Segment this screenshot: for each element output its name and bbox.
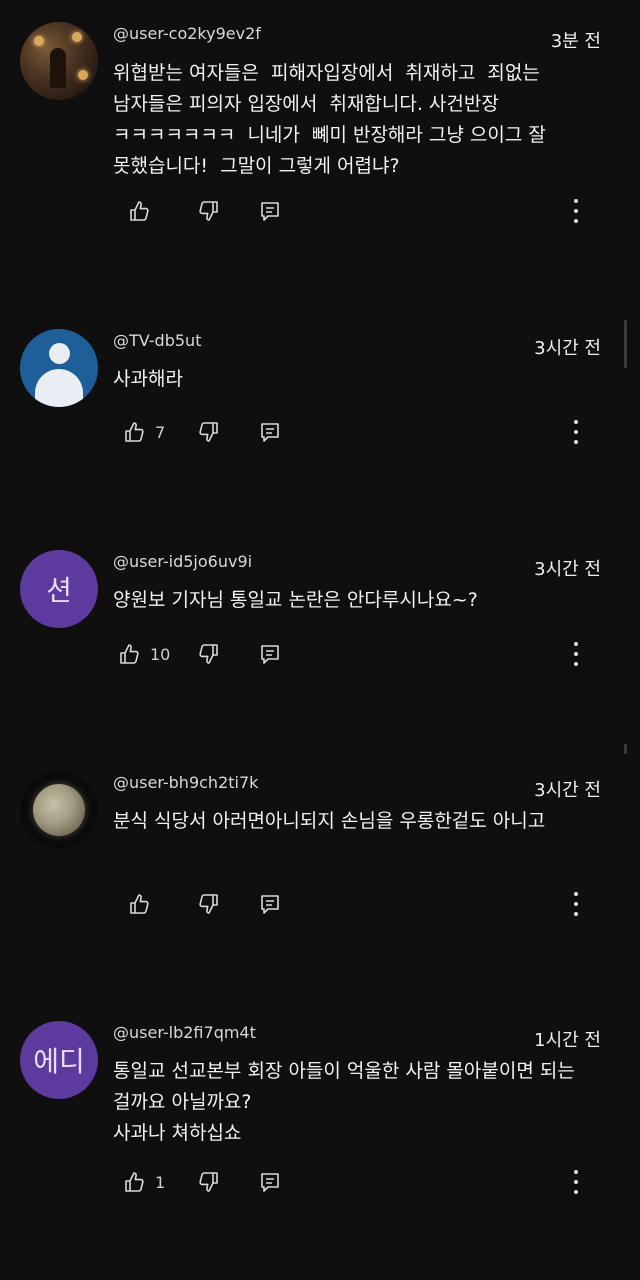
more-options-button[interactable] <box>566 639 586 669</box>
comment-text: 통일교 선교본부 회장 아들이 억울한 사람 몰아붙이면 되는 걸까요 아닐까요… <box>113 1060 575 1144</box>
like-button[interactable] <box>128 196 152 226</box>
reply-button[interactable] <box>258 1167 282 1197</box>
avatar[interactable] <box>20 329 98 407</box>
comment-timestamp: 3시간 전 <box>534 338 601 359</box>
thumbs-up-icon <box>125 1172 144 1192</box>
like-button[interactable] <box>128 889 152 919</box>
reply-icon <box>261 202 279 221</box>
comment-username[interactable]: @user-id5jo6uv9i <box>113 552 252 571</box>
thumbs-down-icon <box>199 422 218 442</box>
dislike-button[interactable] <box>196 417 220 447</box>
thumbs-down-icon <box>199 894 218 914</box>
avatar[interactable] <box>20 771 98 849</box>
reply-button[interactable] <box>258 417 282 447</box>
like-count: 7 <box>155 422 166 442</box>
comment-text: 위협받는 여자들은 피해자입장에서 취재하고 죄없는 남자들은 피의자 입장에서… <box>113 62 552 177</box>
like-button[interactable]: 10 <box>118 639 170 669</box>
comment-actions: 1 <box>0 1167 640 1197</box>
comment-actions: 10 <box>0 639 640 669</box>
avatar[interactable]: 션 <box>20 550 98 628</box>
moon-icon <box>33 784 85 836</box>
avatar[interactable]: 에디 <box>20 1021 98 1099</box>
more-options-button[interactable] <box>566 889 586 919</box>
more-vert-icon <box>574 199 578 223</box>
more-options-button[interactable] <box>566 196 586 226</box>
thumbs-down-icon <box>199 1172 218 1192</box>
like-button[interactable]: 7 <box>123 417 165 447</box>
comment-timestamp: 3분 전 <box>550 31 601 52</box>
thumbs-down-icon <box>199 201 218 221</box>
reply-button[interactable] <box>258 196 282 226</box>
more-options-button[interactable] <box>566 417 586 447</box>
more-vert-icon <box>574 420 578 444</box>
reply-icon <box>261 645 279 664</box>
reply-icon <box>261 1173 279 1192</box>
thumbs-up-icon <box>120 644 139 664</box>
dislike-button[interactable] <box>196 1167 220 1197</box>
comment-actions <box>0 889 640 919</box>
more-vert-icon <box>574 892 578 916</box>
more-vert-icon <box>574 642 578 666</box>
scrollbar-thumb[interactable] <box>624 320 627 368</box>
comment-timestamp: 3시간 전 <box>534 780 601 801</box>
comment-actions <box>0 196 640 226</box>
comment-text: 분식 식당서 아러면아니되지 손님을 우롱한겉도 아니고 <box>113 810 546 832</box>
reply-icon <box>261 423 279 442</box>
dislike-button[interactable] <box>196 889 220 919</box>
like-count: 10 <box>150 644 171 664</box>
comment-username[interactable]: @user-co2ky9ev2f <box>113 24 261 43</box>
avatar-letter: 션 <box>46 574 72 607</box>
comment-timestamp: 1시간 전 <box>534 1030 601 1051</box>
thumbs-up-icon <box>125 422 144 442</box>
comment-text: 사과해라 <box>113 368 183 390</box>
comment-actions: 7 <box>0 417 640 447</box>
comment-username[interactable]: @user-lb2fi7qm4t <box>113 1023 256 1042</box>
scrollbar-thumb[interactable] <box>624 744 627 754</box>
comments-screen: { "comments": [ { "username": "@user-co2… <box>0 0 640 1280</box>
comment-username[interactable]: @TV-db5ut <box>113 331 201 350</box>
dislike-button[interactable] <box>196 196 220 226</box>
comment-timestamp: 3시간 전 <box>534 559 601 580</box>
dislike-button[interactable] <box>196 639 220 669</box>
thumbs-up-icon <box>130 201 149 221</box>
like-button[interactable]: 1 <box>123 1167 165 1197</box>
more-options-button[interactable] <box>566 1167 586 1197</box>
thumbs-up-icon <box>130 894 149 914</box>
avatar[interactable] <box>20 22 98 100</box>
like-count: 1 <box>155 1172 166 1192</box>
reply-button[interactable] <box>258 639 282 669</box>
reply-button[interactable] <box>258 889 282 919</box>
comment-text: 양원보 기자님 통일교 논란은 안다루시나요~? <box>113 589 478 611</box>
more-vert-icon <box>574 1170 578 1194</box>
avatar-letter: 에디 <box>33 1045 85 1078</box>
thumbs-down-icon <box>199 644 218 664</box>
reply-icon <box>261 895 279 914</box>
comment-username[interactable]: @user-bh9ch2ti7k <box>113 773 258 792</box>
